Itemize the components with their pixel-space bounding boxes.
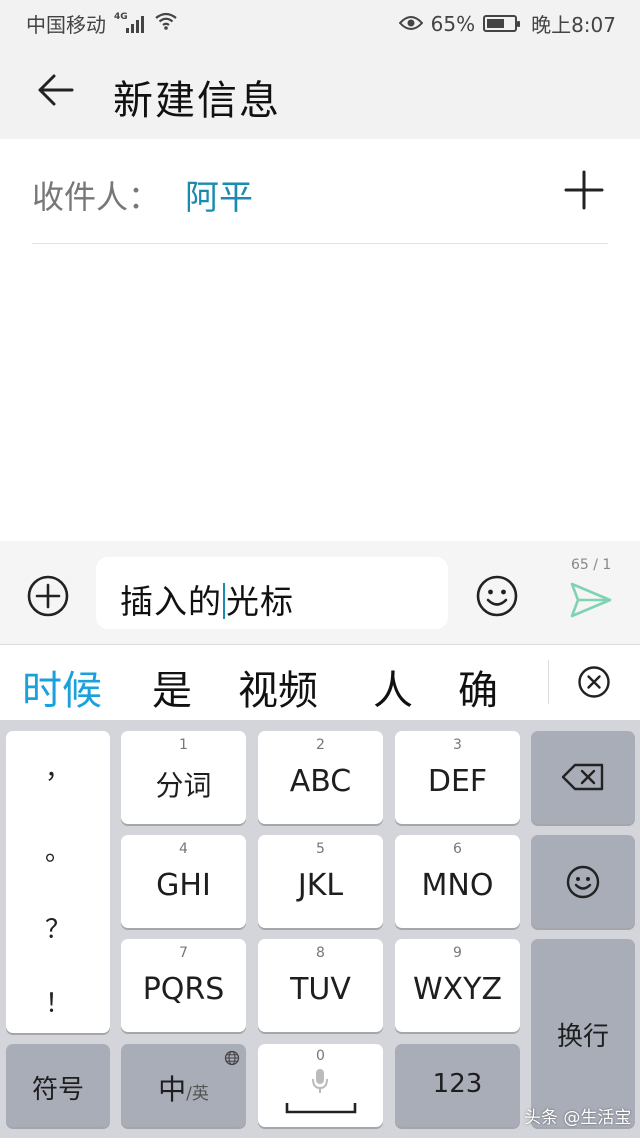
key-number: 4 bbox=[179, 841, 188, 857]
language-switch-key[interactable]: 中/英 bbox=[121, 1044, 246, 1127]
key-number: 6 bbox=[453, 841, 462, 857]
candidate-word[interactable]: 时候 bbox=[22, 658, 102, 716]
punct-exclamation[interactable]: ！ bbox=[6, 983, 110, 1020]
key-number: 1 bbox=[179, 737, 188, 753]
keyboard: ， 。 ？ ！ 1 分词 2 ABC 3 DEF 4 GHI 5 JKL 6 M… bbox=[0, 720, 640, 1138]
candidate-word[interactable]: 是 bbox=[152, 658, 192, 716]
space-key[interactable]: 0 bbox=[258, 1044, 383, 1127]
candidate-word[interactable]: 视频 bbox=[238, 658, 318, 716]
key-label: JKL bbox=[297, 868, 344, 903]
lang-english: /英 bbox=[186, 1084, 209, 1104]
clock: 晚上8:07 bbox=[531, 13, 616, 37]
paper-plane-icon bbox=[569, 582, 613, 623]
key-1[interactable]: 1 分词 bbox=[121, 731, 246, 824]
enter-key[interactable]: 换行 bbox=[531, 939, 635, 1127]
enter-label: 换行 bbox=[556, 1022, 609, 1052]
key-label: GHI bbox=[156, 868, 211, 903]
key-2[interactable]: 2 ABC bbox=[258, 731, 383, 824]
candidate-divider bbox=[548, 660, 549, 704]
key-number: 7 bbox=[179, 945, 188, 961]
punct-period[interactable]: 。 bbox=[6, 831, 110, 868]
smiley-icon bbox=[565, 864, 601, 904]
plus-icon bbox=[562, 170, 606, 216]
microphone-icon bbox=[311, 1068, 329, 1098]
circle-x-icon bbox=[576, 666, 612, 704]
add-recipient-button[interactable] bbox=[562, 168, 606, 212]
signal-icon: 4G bbox=[114, 12, 144, 33]
back-button[interactable] bbox=[28, 66, 84, 118]
attach-button[interactable] bbox=[26, 574, 70, 618]
key-9[interactable]: 9 WXYZ bbox=[395, 939, 520, 1032]
key-number: 8 bbox=[316, 945, 325, 961]
smiley-icon bbox=[474, 575, 520, 623]
key-number: 0 bbox=[316, 1048, 325, 1064]
text-after-caret: 光标 bbox=[226, 582, 294, 621]
candidate-word[interactable]: 人 bbox=[373, 658, 413, 716]
text-before-caret: 插入的 bbox=[120, 582, 222, 621]
wifi-icon bbox=[154, 11, 178, 36]
key-label: MNO bbox=[421, 868, 494, 903]
lang-chinese: 中 bbox=[158, 1073, 187, 1106]
key-5[interactable]: 5 JKL bbox=[258, 835, 383, 928]
key-8[interactable]: 8 TUV bbox=[258, 939, 383, 1032]
candidate-bar: 时候 是 视频 人 确 bbox=[0, 646, 640, 720]
recipient-label: 收件人： bbox=[32, 178, 161, 216]
page-title: 新建信息 bbox=[113, 78, 281, 124]
symbols-key[interactable]: 符号 bbox=[6, 1044, 110, 1127]
key-number: 5 bbox=[316, 841, 325, 857]
arrow-left-icon bbox=[36, 72, 76, 112]
watermark: 头条 @生活宝 bbox=[524, 1108, 632, 1128]
punct-question[interactable]: ？ bbox=[6, 909, 110, 946]
status-right: 65% 晚上8:07 bbox=[398, 9, 616, 38]
backspace-icon bbox=[561, 763, 605, 795]
backspace-key[interactable] bbox=[531, 731, 635, 824]
status-bar: 中国移动 4G 65% 晚上8:07 bbox=[0, 0, 640, 44]
text-caret bbox=[223, 583, 225, 619]
battery-icon bbox=[483, 15, 521, 32]
circle-plus-icon bbox=[26, 575, 70, 622]
key-6[interactable]: 6 MNO bbox=[395, 835, 520, 928]
key-7[interactable]: 7 PQRS bbox=[121, 939, 246, 1032]
compose-bar: 插入的 光标 65 / 1 bbox=[0, 541, 640, 645]
network-type: 4G bbox=[114, 11, 128, 22]
key-3[interactable]: 3 DEF bbox=[395, 731, 520, 824]
key-label: WXYZ bbox=[412, 972, 503, 1007]
punct-comma[interactable]: ， bbox=[6, 749, 110, 786]
message-text: 插入的 光标 bbox=[120, 575, 294, 623]
battery-level bbox=[487, 19, 505, 28]
send-button[interactable] bbox=[569, 581, 613, 619]
status-left: 中国移动 4G bbox=[26, 9, 178, 38]
key-4[interactable]: 4 GHI bbox=[121, 835, 246, 928]
battery-percent: 65% bbox=[430, 11, 476, 36]
punctuation-key[interactable]: ， 。 ？ ！ bbox=[6, 731, 110, 1033]
key-label: 分词 bbox=[155, 769, 212, 802]
close-candidates-button[interactable] bbox=[576, 664, 612, 700]
key-label: DEF bbox=[427, 764, 488, 799]
key-label: PQRS bbox=[142, 972, 225, 1007]
key-number: 3 bbox=[453, 737, 462, 753]
space-bar-icon bbox=[285, 1100, 357, 1119]
globe-icon bbox=[224, 1050, 240, 1066]
symbols-label: 符号 bbox=[31, 1075, 84, 1105]
emoji-key[interactable] bbox=[531, 835, 635, 928]
language-label: 中/英 bbox=[121, 1068, 246, 1108]
app-header: 新建信息 bbox=[0, 44, 640, 139]
emoji-button[interactable] bbox=[474, 573, 520, 619]
key-label: TUV bbox=[290, 972, 351, 1007]
char-counter: 65 / 1 bbox=[571, 557, 612, 573]
recipient-field[interactable]: 收件人： 阿平 bbox=[32, 160, 608, 244]
eye-icon bbox=[398, 12, 423, 36]
carrier-name: 中国移动 bbox=[26, 13, 106, 37]
key-number: 2 bbox=[316, 737, 325, 753]
key-label: ABC bbox=[289, 764, 352, 799]
recipient-chip[interactable]: 阿平 bbox=[185, 170, 253, 219]
message-input[interactable]: 插入的 光标 bbox=[96, 557, 448, 629]
numbers-key[interactable]: 123 bbox=[395, 1044, 520, 1127]
key-number: 9 bbox=[453, 945, 462, 961]
numbers-label: 123 bbox=[432, 1069, 483, 1099]
candidate-word[interactable]: 确 bbox=[458, 658, 498, 716]
